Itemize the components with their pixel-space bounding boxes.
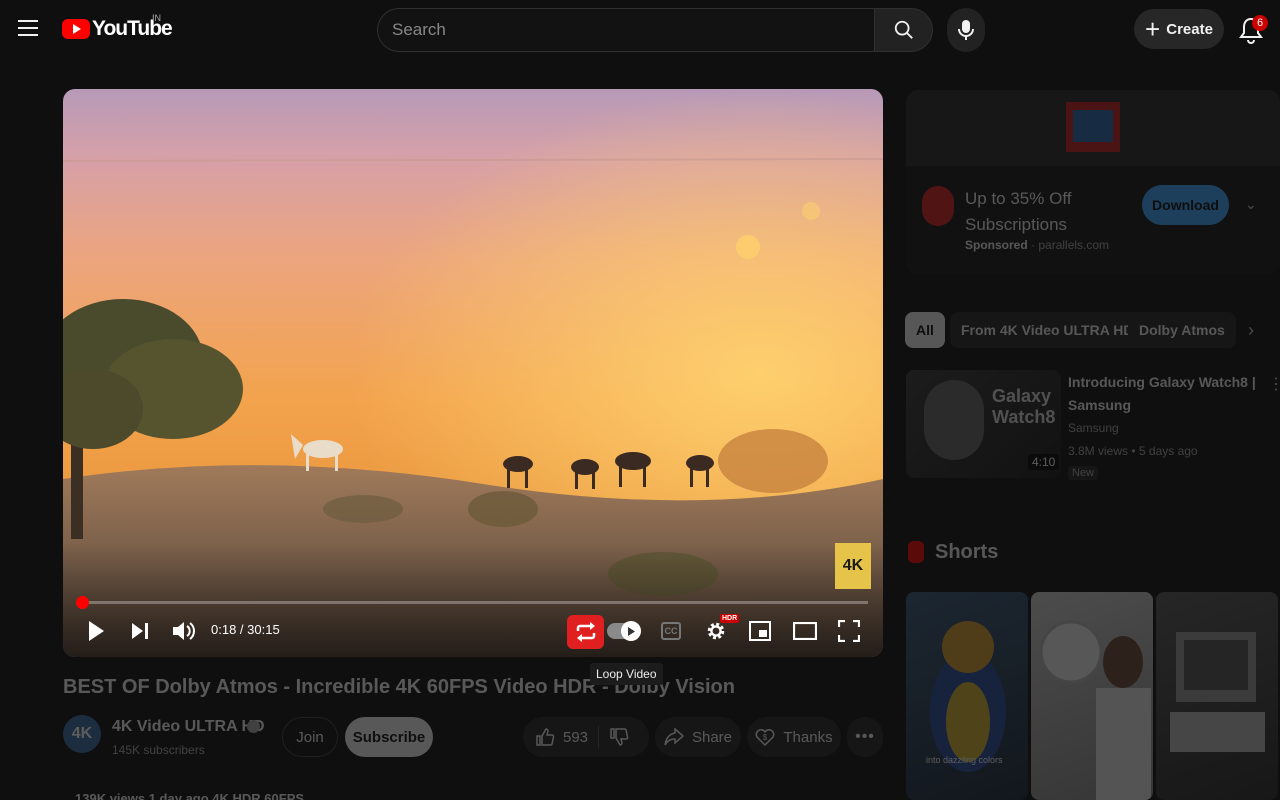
- ad-banner-screen: [1073, 110, 1113, 142]
- thanks-button[interactable]: $ Thanks: [747, 717, 841, 757]
- verified-check-icon: [247, 720, 260, 733]
- like-divider: [598, 726, 600, 748]
- parallels-logo-icon: [922, 186, 954, 226]
- subscriber-count: 145K subscribers: [112, 743, 205, 757]
- recommendation-channel[interactable]: Samsung: [1068, 421, 1119, 435]
- search-input[interactable]: [378, 9, 874, 51]
- ad-title: Up to 35% Off Subscriptions: [965, 189, 1072, 234]
- short-thumbnail-person-fan: [1039, 620, 1151, 800]
- theater-mode-button[interactable]: [792, 619, 818, 643]
- play-button[interactable]: [84, 618, 108, 644]
- chip-from-channel[interactable]: From 4K Video ULTRA HD: [950, 312, 1145, 348]
- more-vertical-icon[interactable]: ⋮: [1268, 374, 1280, 394]
- menu-icon[interactable]: [18, 20, 38, 36]
- shorts-heading: Shorts: [935, 541, 999, 563]
- autoplay-play-icon: [628, 626, 635, 636]
- volume-icon: [173, 622, 195, 640]
- mute-button[interactable]: [170, 618, 196, 644]
- more-horizontal-icon: •••: [855, 728, 875, 745]
- skip-next-icon: [132, 623, 148, 639]
- chip-all[interactable]: All: [905, 312, 945, 348]
- share-icon: [664, 728, 684, 746]
- chevron-down-icon[interactable]: ⌄: [1245, 196, 1257, 213]
- time-display: 0:18 / 30:15: [211, 622, 280, 637]
- sponsored-ad-card[interactable]: Up to 35% Off Subscriptions Sponsored · …: [906, 90, 1280, 274]
- thumbnail-person: [924, 380, 984, 460]
- thumbs-down-icon[interactable]: [609, 727, 629, 747]
- short-thumbnail-computer: [1170, 632, 1265, 752]
- short-caption: into dazzling colors: [926, 755, 1003, 765]
- channel-avatar[interactable]: 4K: [63, 715, 101, 753]
- plus-icon: +: [1145, 14, 1161, 44]
- share-button[interactable]: Share: [655, 717, 741, 757]
- short-item[interactable]: [906, 592, 1028, 800]
- subtitles-button[interactable]: CC: [661, 622, 681, 640]
- join-button[interactable]: Join: [282, 717, 338, 757]
- search-button[interactable]: [874, 8, 933, 52]
- loop-video-tooltip: Loop Video: [590, 663, 663, 685]
- fullscreen-button[interactable]: [837, 619, 861, 643]
- thanks-label: Thanks: [783, 728, 833, 746]
- quality-badge: 4K: [835, 543, 871, 589]
- subscribe-button[interactable]: Subscribe: [345, 717, 433, 757]
- video-player[interactable]: [63, 89, 883, 657]
- notification-count-badge: 6: [1252, 15, 1268, 31]
- share-label: Share: [691, 728, 733, 746]
- play-icon: [89, 621, 104, 641]
- sponsored-label: Sponsored: [965, 238, 1028, 252]
- channel-name[interactable]: 4K Video ULTRA HD: [112, 718, 265, 736]
- search-box: [377, 8, 874, 52]
- miniplayer-icon: [749, 621, 771, 641]
- progress-bar[interactable]: [80, 601, 868, 604]
- country-code: IN: [152, 13, 161, 23]
- create-button[interactable]: + Create: [1134, 9, 1224, 49]
- fullscreen-icon: [838, 620, 860, 642]
- youtube-play-icon: [62, 19, 90, 39]
- ad-sponsor-line: Sponsored · parallels.com: [965, 238, 1109, 252]
- thumbs-up-icon[interactable]: [535, 727, 555, 747]
- video-frame-desert-horses: [63, 89, 883, 657]
- thumbnail-text: Galaxy Watch8: [992, 386, 1056, 427]
- short-item[interactable]: [1156, 592, 1278, 800]
- gear-icon: [707, 622, 725, 640]
- miniplayer-button[interactable]: [748, 619, 772, 643]
- ad-banner-image: [906, 90, 1280, 166]
- video-duration: 4:10: [1028, 454, 1060, 470]
- hdr-badge: HDR: [720, 614, 740, 623]
- shorts-icon: [908, 541, 924, 563]
- next-button[interactable]: [128, 618, 152, 644]
- chip-dolby-atmos[interactable]: Dolby Atmos: [1128, 312, 1236, 348]
- ad-download-button[interactable]: Download: [1142, 185, 1229, 225]
- microphone-icon: [958, 20, 974, 40]
- recommendation-meta: 3.8M views • 5 days ago: [1068, 444, 1198, 458]
- recommendation-title[interactable]: Introducing Galaxy Watch8 | Samsung: [1068, 371, 1258, 417]
- like-count: 593: [563, 728, 589, 746]
- repeat-icon: [576, 622, 595, 642]
- description-preview[interactable]: 139K views 1 day ago 4K HDR 60FPS: [75, 791, 304, 800]
- autoplay-toggle[interactable]: [607, 621, 641, 641]
- autoplay-knob: [621, 621, 641, 641]
- thanks-heart-dollar-icon: $: [755, 729, 775, 747]
- new-badge: New: [1068, 466, 1099, 480]
- masthead: YouTube IN + Create 6: [0, 0, 1280, 60]
- create-label: Create: [1166, 20, 1213, 38]
- search-icon: [894, 20, 913, 39]
- short-thumbnail-bird: [930, 621, 1006, 772]
- loop-video-button[interactable]: [567, 615, 604, 649]
- sponsor-domain: parallels.com: [1038, 238, 1110, 252]
- short-item[interactable]: [1031, 592, 1153, 800]
- like-dislike-group: 593: [523, 717, 649, 757]
- voice-search-button[interactable]: [947, 8, 985, 52]
- svg-text:$: $: [763, 733, 768, 742]
- chevron-right-icon[interactable]: ›: [1248, 320, 1254, 341]
- scrubber-handle[interactable]: [76, 596, 89, 609]
- theater-mode-icon: [793, 622, 817, 640]
- more-actions-button[interactable]: •••: [847, 717, 883, 757]
